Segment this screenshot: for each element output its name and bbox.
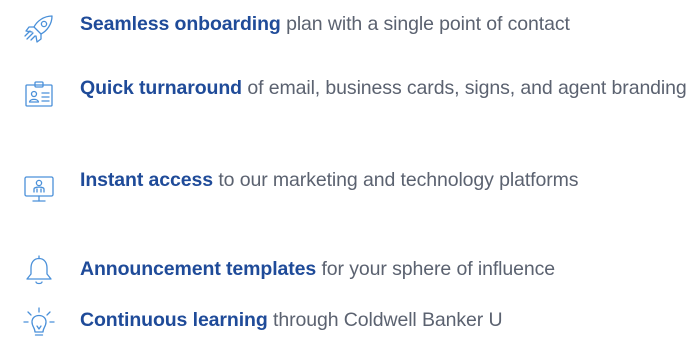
feature-text: Seamless onboarding plan with a single p… [80,10,692,38]
bell-icon [22,253,56,287]
feature-text: Continuous learning through Coldwell Ban… [80,306,692,334]
feature-description: of email, business cards, signs, and age… [242,77,687,99]
feature-highlight: Quick turnaround [80,77,242,99]
feature-highlight: Seamless onboarding [80,13,281,35]
feature-text: Quick turnaround of email, business card… [80,74,692,102]
rocket-icon [22,12,56,46]
feature-description: to our marketing and technology platform… [213,169,579,191]
feature-highlight: Instant access [80,169,214,191]
feature-description: plan with a single point of contact [280,13,570,35]
feature-highlight: Announcement templates [80,258,317,280]
feature-text: Instant access to our marketing and tech… [80,166,692,194]
feature-text: Announcement templates for your sphere o… [80,255,692,283]
monitor-user-icon [22,172,56,206]
feature-description: for your sphere of influence [316,258,555,280]
feature-description: through Coldwell Banker U [267,309,503,331]
feature-highlight: Continuous learning [80,309,268,331]
feature-list: Seamless onboarding plan with a single p… [0,0,696,356]
lightbulb-icon [22,306,56,340]
id-card-icon [22,78,56,112]
